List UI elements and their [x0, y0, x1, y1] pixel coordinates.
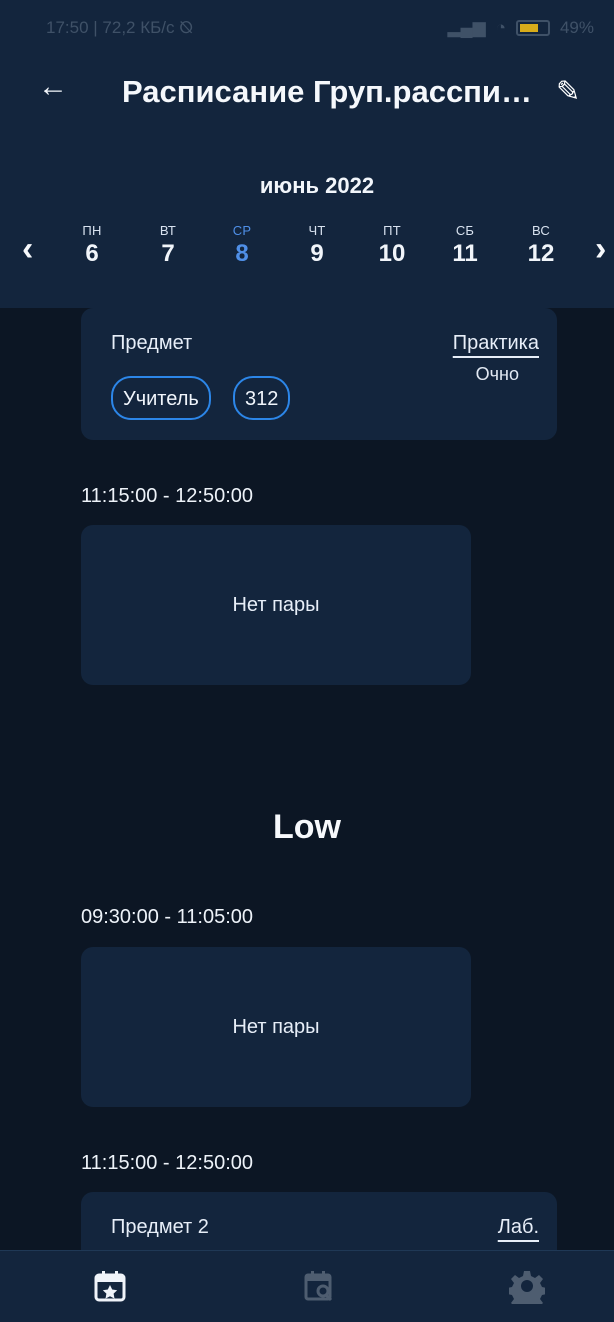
day-tuesday[interactable]: ВТ 7 — [140, 223, 196, 268]
group-title: Low — [273, 808, 341, 846]
bottom-navigation — [0, 1250, 614, 1322]
chevron-left-icon[interactable]: ‹ — [22, 230, 33, 269]
day-friday[interactable]: ПТ 10 — [364, 223, 420, 268]
lesson-time: 09:30:00 - 11:05:00 — [81, 906, 253, 928]
lesson-time: 11:15:00 - 12:50:00 — [81, 485, 253, 507]
month-label: июнь 2022 — [259, 173, 375, 198]
day-wednesday-selected[interactable]: СР 8 — [214, 223, 270, 268]
back-arrow-icon[interactable]: ← — [38, 72, 68, 102]
lesson-type: Лаб. — [497, 1216, 539, 1238]
status-left: 17:50 | 72,2 КБ/с ⦰ — [46, 18, 193, 37]
empty-lesson-card: Нет пары — [81, 947, 471, 1107]
page-title: Расписание Груп.расспи… — [122, 74, 532, 109]
battery-percent: 49% — [559, 18, 594, 37]
chevron-right-icon[interactable]: › — [595, 230, 606, 269]
schedule-list[interactable]: Предмет Практика Очно Учитель 312 11:15:… — [0, 308, 614, 1250]
lesson-card[interactable]: Предмет 2 Лаб. — [81, 1192, 557, 1250]
week-selector: ‹ ПН 6 ВТ 7 СР 8 ЧТ 9 ПТ 10 СБ 11 ВС 12 › — [0, 215, 614, 285]
lesson-type: Практика — [452, 332, 539, 354]
lesson-time: 11:15:00 - 12:50:00 — [81, 1152, 253, 1174]
gear-icon[interactable] — [509, 1268, 545, 1304]
pencil-icon[interactable]: ✎ — [556, 74, 580, 109]
lesson-subject: Предмет 2 — [111, 1216, 209, 1238]
status-bar: 17:50 | 72,2 КБ/с ⦰ ▂▄▆ ◔ 49% — [0, 0, 614, 56]
day-saturday[interactable]: СБ 11 — [437, 223, 493, 268]
day-thursday[interactable]: ЧТ 9 — [289, 223, 345, 268]
day-sunday[interactable]: ВС 12 — [513, 223, 569, 268]
room-chip[interactable]: 312 — [233, 376, 291, 420]
signal-icon: ▂▄▆ — [447, 18, 486, 37]
calendar-star-icon[interactable] — [92, 1268, 128, 1304]
toolbar: ← Расписание Груп.расспи… ✎ — [0, 58, 614, 128]
calendar-search-icon[interactable] — [301, 1268, 337, 1304]
day-monday[interactable]: ПН 6 — [64, 223, 120, 268]
lesson-card[interactable]: Предмет Практика Очно Учитель 312 — [81, 308, 557, 440]
lesson-format: Очно — [475, 364, 519, 384]
lesson-subject: Предмет — [111, 332, 193, 354]
wifi-icon: ◔ — [495, 18, 506, 37]
teacher-chip[interactable]: Учитель — [111, 376, 211, 420]
schedule-header: 17:50 | 72,2 КБ/с ⦰ ▂▄▆ ◔ 49% ← Расписан… — [0, 0, 614, 308]
battery-icon — [515, 20, 550, 36]
empty-lesson-card: Нет пары — [81, 525, 471, 685]
app-screen: 17:50 | 72,2 КБ/с ⦰ ▂▄▆ ◔ 49% ← Расписан… — [0, 0, 614, 1322]
